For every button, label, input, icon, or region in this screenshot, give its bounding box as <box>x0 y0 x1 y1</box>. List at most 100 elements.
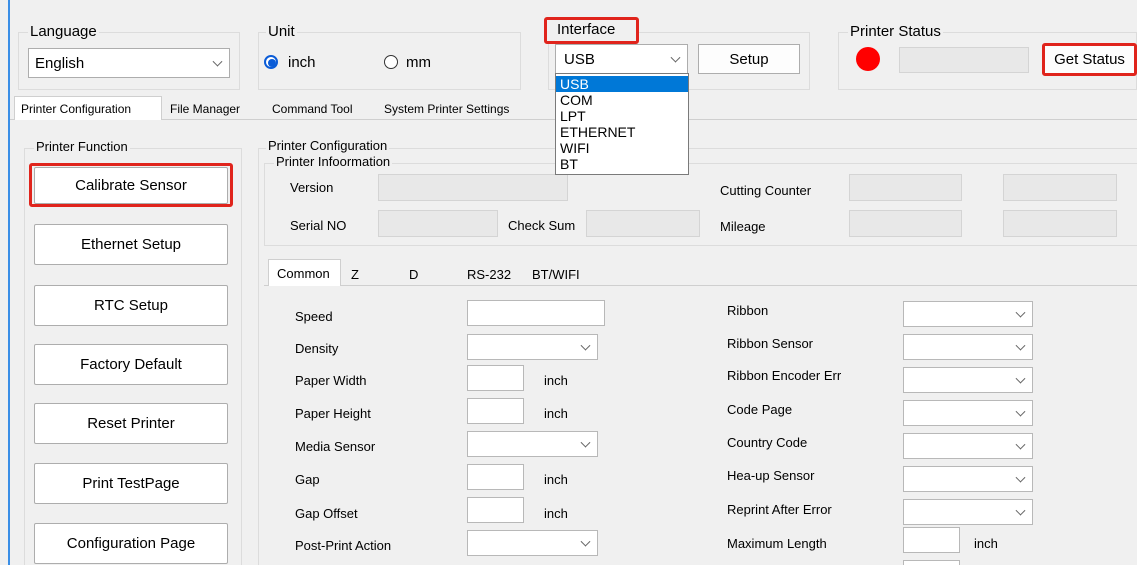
chevron-down-icon <box>580 340 591 351</box>
interface-option-lpt[interactable]: LPT <box>556 108 688 124</box>
gap-label: Gap <box>295 472 320 487</box>
subtab-d[interactable]: D <box>407 263 420 285</box>
factory-default-button[interactable]: Factory Default <box>34 344 228 385</box>
printer-configuration-title: Printer Configuration <box>266 138 390 153</box>
chevron-down-icon <box>1015 307 1026 318</box>
mileage-field <box>849 210 962 237</box>
unit-mm-label: mm <box>406 54 431 71</box>
unit-inch-label: inch <box>288 54 316 71</box>
serial-no-label: Serial NO <box>290 218 347 233</box>
chevron-down-icon <box>1015 340 1026 351</box>
language-select[interactable]: English <box>28 48 230 78</box>
calibrate-sensor-button[interactable]: Calibrate Sensor <box>34 167 228 204</box>
cutting-counter-label: Cutting Counter <box>720 183 812 198</box>
maximum-length-label: Maximum Length <box>727 536 827 551</box>
chevron-down-icon <box>1015 505 1026 516</box>
next-row-input[interactable] <box>903 560 960 565</box>
version-label: Version <box>290 180 334 195</box>
subtab-common[interactable]: Common <box>268 259 341 286</box>
reset-printer-button[interactable]: Reset Printer <box>34 403 228 444</box>
paper-height-unit: inch <box>544 406 568 421</box>
gap-offset-input[interactable] <box>467 497 524 523</box>
interface-value: USB <box>564 50 595 68</box>
chevron-down-icon <box>1015 406 1026 417</box>
printer-status-title: Printer Status <box>848 23 943 40</box>
printer-function-title: Printer Function <box>34 139 130 154</box>
paper-width-input[interactable] <box>467 365 524 391</box>
country-code-label: Country Code <box>727 435 808 450</box>
tab-printer-configuration[interactable]: Printer Configuration <box>14 96 162 120</box>
subtab-label: Common <box>277 265 330 281</box>
ribbon-sensor-label: Ribbon Sensor <box>727 336 813 351</box>
subtab-z[interactable]: Z <box>349 263 361 285</box>
interface-option-wifi[interactable]: WIFI <box>556 140 688 156</box>
print-testpage-button[interactable]: Print TestPage <box>34 463 228 504</box>
post-print-action-label: Post-Print Action <box>295 538 392 553</box>
get-status-button[interactable]: Get Status <box>1042 43 1137 76</box>
speed-input[interactable] <box>467 300 605 326</box>
gap-input[interactable] <box>467 464 524 490</box>
status-indicator-icon <box>856 47 880 71</box>
density-label: Density <box>295 341 339 356</box>
maximum-length-input[interactable] <box>903 527 960 553</box>
setup-button[interactable]: Setup <box>698 44 800 74</box>
tab-file-manager[interactable]: File Manager <box>168 98 242 120</box>
rtc-setup-button[interactable]: RTC Setup <box>34 285 228 326</box>
post-print-action-select[interactable] <box>467 530 598 556</box>
ribbon-sensor-select[interactable] <box>903 334 1033 360</box>
interface-option-usb[interactable]: USB <box>556 76 688 92</box>
reprint-after-error-label: Reprint After Error <box>727 502 832 517</box>
chevron-down-icon <box>580 437 591 448</box>
code-page-label: Code Page <box>727 402 793 417</box>
serial-no-field <box>378 210 498 237</box>
interface-title: Interface <box>557 21 616 38</box>
chevron-down-icon <box>212 56 223 67</box>
interface-select[interactable]: USB <box>555 44 688 74</box>
configuration-page-button[interactable]: Configuration Page <box>34 523 228 564</box>
chevron-down-icon <box>670 52 681 63</box>
version-field <box>378 174 568 201</box>
status-display <box>899 47 1029 73</box>
media-sensor-label: Media Sensor <box>295 439 376 454</box>
unit-mm-radio[interactable] <box>384 55 398 69</box>
language-title: Language <box>28 23 99 40</box>
ethernet-setup-button[interactable]: Ethernet Setup <box>34 224 228 265</box>
ribbon-encoder-err-label: Ribbon Encoder Err <box>727 368 842 383</box>
chevron-down-icon <box>1015 439 1026 450</box>
ribbon-select[interactable] <box>903 301 1033 327</box>
window-edge <box>8 0 10 565</box>
unit-title: Unit <box>266 23 297 40</box>
tab-system-printer-settings[interactable]: System Printer Settings <box>382 98 511 120</box>
density-select[interactable] <box>467 334 598 360</box>
get-status-label: Get Status <box>1054 51 1125 68</box>
mileage-field-2 <box>1003 210 1117 237</box>
language-value: English <box>35 54 85 72</box>
gap-offset-unit: inch <box>544 506 568 521</box>
ribbon-encoder-err-select[interactable] <box>903 367 1033 393</box>
reprint-after-error-select[interactable] <box>903 499 1033 525</box>
interface-option-com[interactable]: COM <box>556 92 688 108</box>
interface-dropdown-list: USB COM LPT ETHERNET WIFI BT <box>555 73 689 175</box>
ribbon-label: Ribbon <box>727 303 769 318</box>
paper-height-input[interactable] <box>467 398 524 424</box>
interface-option-ethernet[interactable]: ETHERNET <box>556 124 688 140</box>
country-code-select[interactable] <box>903 433 1033 459</box>
head-up-sensor-label: Hea-up Sensor <box>727 468 815 483</box>
gap-offset-label: Gap Offset <box>295 506 358 521</box>
unit-inch-radio[interactable] <box>264 55 278 69</box>
media-sensor-select[interactable] <box>467 431 598 457</box>
cutting-counter-field-2 <box>1003 174 1117 201</box>
subtab-rs232[interactable]: RS-232 <box>465 263 513 285</box>
interface-option-bt[interactable]: BT <box>556 156 688 172</box>
chevron-down-icon <box>1015 472 1026 483</box>
subtab-bt-wifi[interactable]: BT/WIFI <box>530 263 582 285</box>
tab-label: Printer Configuration <box>21 102 132 116</box>
subtab-strip-line <box>264 285 1137 286</box>
cutting-counter-field <box>849 174 962 201</box>
code-page-select[interactable] <box>903 400 1033 426</box>
tab-command-tool[interactable]: Command Tool <box>270 98 354 120</box>
head-up-sensor-select[interactable] <box>903 466 1033 492</box>
paper-width-label: Paper Width <box>295 373 367 388</box>
maximum-length-unit: inch <box>974 536 998 551</box>
speed-label: Speed <box>295 309 333 324</box>
